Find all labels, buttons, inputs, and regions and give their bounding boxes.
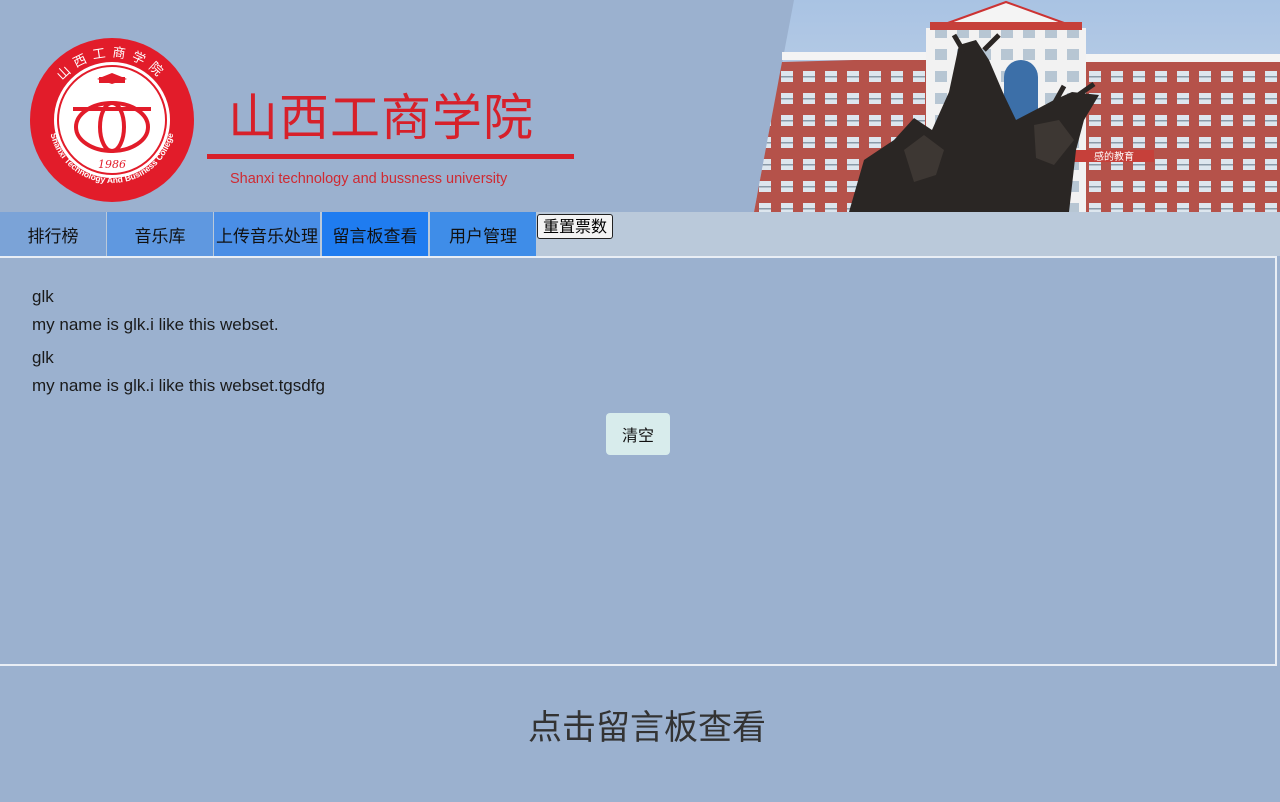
- nav-item-message-board[interactable]: 留言板查看: [322, 212, 428, 256]
- message-text: my name is glk.i like this webset.tgsdfg: [32, 376, 325, 395]
- main-navigation: 排行榜 音乐库 上传音乐处理 留言板查看 用户管理 重置票数: [0, 212, 1280, 256]
- campus-building-photo: 感的教育: [754, 0, 1280, 212]
- clear-messages-button[interactable]: 清空: [606, 413, 670, 455]
- message-user: glk: [32, 348, 54, 367]
- site-header: 山西工商学院 Shanxi Technology And Business Co…: [0, 0, 1280, 212]
- message-board-panel: glk my name is glk.i like this webset. g…: [0, 256, 1277, 666]
- message-user: glk: [32, 287, 54, 306]
- message-text: my name is glk.i like this webset.: [32, 315, 279, 334]
- college-english-subtitle: Shanxi technology and bussness universit…: [230, 171, 508, 187]
- college-seal-logo: 山西工商学院 Shanxi Technology And Business Co…: [30, 38, 194, 202]
- college-name-title: 山西工商学院: [228, 89, 534, 147]
- nav-item-ranking[interactable]: 排行榜: [0, 212, 106, 256]
- building-sign-text: 感的教育: [1094, 150, 1134, 163]
- nav-item-user-management[interactable]: 用户管理: [430, 212, 536, 256]
- nav-item-upload-music[interactable]: 上传音乐处理: [214, 212, 320, 256]
- seal-year: 1986: [98, 158, 126, 171]
- view-message-board-link[interactable]: 点击留言板查看: [0, 700, 1280, 749]
- nav-item-music-library[interactable]: 音乐库: [107, 212, 213, 256]
- reset-votes-button[interactable]: 重置票数: [537, 214, 613, 239]
- title-underline: [207, 154, 574, 159]
